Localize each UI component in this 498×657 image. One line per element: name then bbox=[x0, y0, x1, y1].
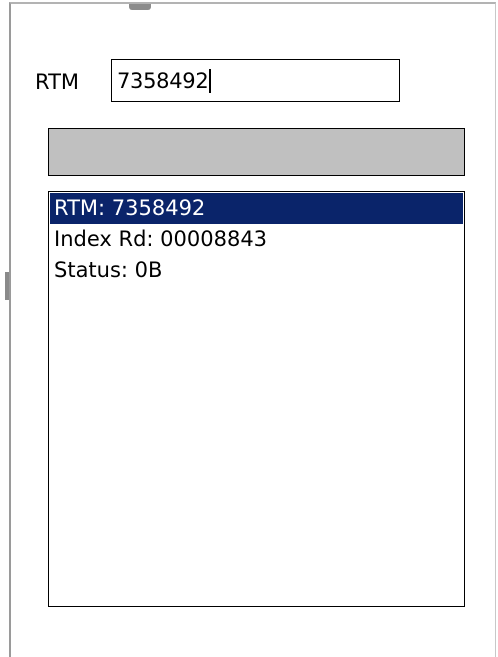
results-listbox[interactable]: RTM: 7358492 Index Rd: 00008843 Status: … bbox=[48, 191, 465, 607]
text-caret bbox=[209, 68, 212, 93]
window-tab-marker bbox=[129, 4, 151, 10]
list-item-index-read[interactable]: Index Rd: 00008843 bbox=[50, 224, 463, 255]
rtm-input-value[interactable]: 7358492 bbox=[117, 68, 209, 94]
rtm-label: RTM bbox=[35, 70, 80, 94]
list-item-status[interactable]: Status: 0B bbox=[50, 255, 463, 286]
list-item-rtm[interactable]: RTM: 7358492 bbox=[50, 193, 463, 224]
rtm-input[interactable]: 7358492 bbox=[111, 59, 400, 102]
progress-bar bbox=[48, 128, 465, 176]
